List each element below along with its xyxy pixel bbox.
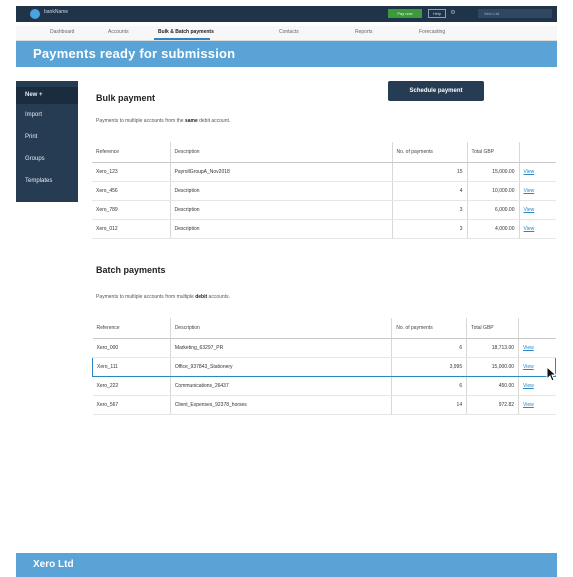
- col-action: [518, 142, 556, 163]
- page-title: Payments ready for submission: [33, 46, 236, 61]
- sidebar-item-new[interactable]: New +: [16, 87, 78, 104]
- table-header-row: Reference Description No. of payments To…: [92, 318, 556, 339]
- cell-description: Marketing_63297_PR: [169, 338, 392, 358]
- cell-description: Description: [169, 219, 392, 239]
- cell-reference: Xero_000: [92, 338, 171, 358]
- view-link[interactable]: View: [518, 181, 556, 201]
- table-row-highlighted[interactable]: Xero_111 Office_937843_Stationery 3,995 …: [92, 357, 556, 377]
- bulk-desc-text-end: debit account.: [197, 118, 231, 124]
- table-header-row: Reference Description No. of payments To…: [92, 142, 556, 163]
- sidebar-item-print[interactable]: Print: [16, 129, 78, 146]
- nav-forecasting[interactable]: Forecasting: [419, 29, 445, 35]
- view-link[interactable]: View: [518, 219, 556, 239]
- nav-accounts[interactable]: Accounts: [108, 29, 129, 35]
- footer-org-name: Xero Ltd: [33, 559, 74, 570]
- cell-description: Client_Expenses_92378_horses: [169, 395, 392, 415]
- pay-now-button[interactable]: Pay now: [388, 9, 422, 18]
- top-bar: bankName Pay now Help ⚙ Xero Ltd: [16, 6, 557, 22]
- gear-icon[interactable]: ⚙: [449, 9, 457, 18]
- nav-reports[interactable]: Reports: [355, 29, 373, 35]
- col-total-gbp: Total GBP: [466, 318, 519, 339]
- cell-reference: Xero_123: [92, 162, 170, 182]
- table-row[interactable]: Xero_012 Description 3 4,000.00 View: [92, 219, 556, 239]
- bulk-desc-emphasis: same: [184, 118, 198, 124]
- cell-description: Description: [169, 181, 392, 201]
- cell-reference: Xero_222: [92, 376, 171, 396]
- bulk-payment-table: Reference Description No. of payments To…: [92, 142, 556, 239]
- cell-description: Description: [169, 200, 392, 220]
- batch-desc-emphasis: debit: [195, 294, 208, 300]
- cell-description: Office_937843_Stationery: [169, 357, 392, 377]
- cell-total: 15,000.00: [466, 162, 519, 182]
- col-no-of-payments: No. of payments: [391, 142, 467, 163]
- col-description: Description: [169, 318, 392, 339]
- sidebar-item-import[interactable]: Import: [16, 107, 78, 124]
- table-row[interactable]: Xero_567 Client_Expenses_92378_horses 14…: [92, 395, 556, 415]
- schedule-payment-button[interactable]: Schedule payment: [388, 81, 484, 101]
- cell-reference: Xero_789: [92, 200, 170, 220]
- col-total-gbp: Total GBP: [466, 142, 519, 163]
- cell-count: 4: [391, 181, 467, 201]
- cell-total: 10,000.00: [466, 181, 519, 201]
- cell-total: 450.00: [466, 376, 519, 396]
- cell-total: 18,713.00: [466, 338, 519, 358]
- cell-description: PayrollGroupA_Nov2018: [169, 162, 392, 182]
- bank-logo-icon[interactable]: [30, 9, 40, 19]
- main-nav: Dashboard Accounts Bulk & Batch payments…: [16, 26, 557, 41]
- table-row[interactable]: Xero_222 Communications_26437 6 450.00 V…: [92, 376, 556, 396]
- bulk-payment-heading: Bulk payment: [96, 93, 156, 103]
- nav-bulk-batch-payments[interactable]: Bulk & Batch payments: [158, 29, 214, 35]
- active-nav-indicator: [154, 38, 210, 40]
- help-button[interactable]: Help: [428, 9, 446, 18]
- cell-count: 3: [391, 200, 467, 220]
- brand-name: bankName: [44, 9, 69, 15]
- cell-reference: Xero_012: [92, 219, 170, 239]
- col-action: [518, 318, 556, 339]
- cell-count: 14: [391, 395, 467, 415]
- cell-reference: Xero_111: [92, 357, 171, 377]
- cell-total: 972.82: [466, 395, 519, 415]
- batch-payments-description: Payments to multiple accounts from multi…: [96, 294, 230, 300]
- org-switcher[interactable]: Xero Ltd: [478, 9, 552, 18]
- view-link[interactable]: View: [518, 200, 556, 220]
- cell-total: 6,000.00: [466, 200, 519, 220]
- sidebar-item-groups[interactable]: Groups: [16, 151, 78, 168]
- view-link[interactable]: View: [518, 338, 556, 358]
- cell-count: 6: [391, 376, 467, 396]
- cell-reference: Xero_567: [92, 395, 171, 415]
- col-description: Description: [169, 142, 392, 163]
- cell-count: 3: [391, 219, 467, 239]
- cell-total: 15,000.00: [466, 357, 519, 377]
- page-header: Payments ready for submission: [16, 41, 557, 67]
- mouse-cursor-icon: [546, 366, 557, 382]
- bulk-payment-description: Payments to multiple accounts from the s…: [96, 118, 230, 124]
- view-link[interactable]: View: [518, 162, 556, 182]
- batch-payments-heading: Batch payments: [96, 265, 166, 275]
- table-row[interactable]: Xero_000 Marketing_63297_PR 6 18,713.00 …: [92, 338, 556, 358]
- col-reference: Reference: [92, 142, 170, 163]
- page-footer: Xero Ltd: [16, 553, 557, 577]
- sidebar-item-templates[interactable]: Templates: [16, 173, 78, 190]
- batch-desc-text: Payments to multiple accounts from multi…: [96, 294, 196, 300]
- col-no-of-payments: No. of payments: [391, 318, 467, 339]
- table-row[interactable]: Xero_123 PayrollGroupA_Nov2018 15 15,000…: [92, 162, 556, 182]
- cell-reference: Xero_456: [92, 181, 170, 201]
- cell-count: 3,995: [391, 357, 467, 377]
- view-link[interactable]: View: [518, 395, 556, 415]
- batch-payments-table: Reference Description No. of payments To…: [92, 318, 556, 415]
- cell-count: 15: [391, 162, 467, 182]
- cell-count: 6: [391, 338, 467, 358]
- bulk-desc-text: Payments to multiple accounts from the: [96, 118, 185, 124]
- table-row[interactable]: Xero_789 Description 3 6,000.00 View: [92, 200, 556, 220]
- app-frame: bankName Pay now Help ⚙ Xero Ltd Dashboa…: [16, 0, 557, 577]
- cell-total: 4,000.00: [466, 219, 519, 239]
- sidebar: New + Import Print Groups Templates: [16, 81, 78, 202]
- cell-description: Communications_26437: [169, 376, 392, 396]
- table-row[interactable]: Xero_456 Description 4 10,000.00 View: [92, 181, 556, 201]
- batch-desc-text-end: accounts.: [207, 294, 230, 300]
- nav-dashboard[interactable]: Dashboard: [50, 29, 74, 35]
- col-reference: Reference: [92, 318, 171, 339]
- nav-contacts[interactable]: Contacts: [279, 29, 299, 35]
